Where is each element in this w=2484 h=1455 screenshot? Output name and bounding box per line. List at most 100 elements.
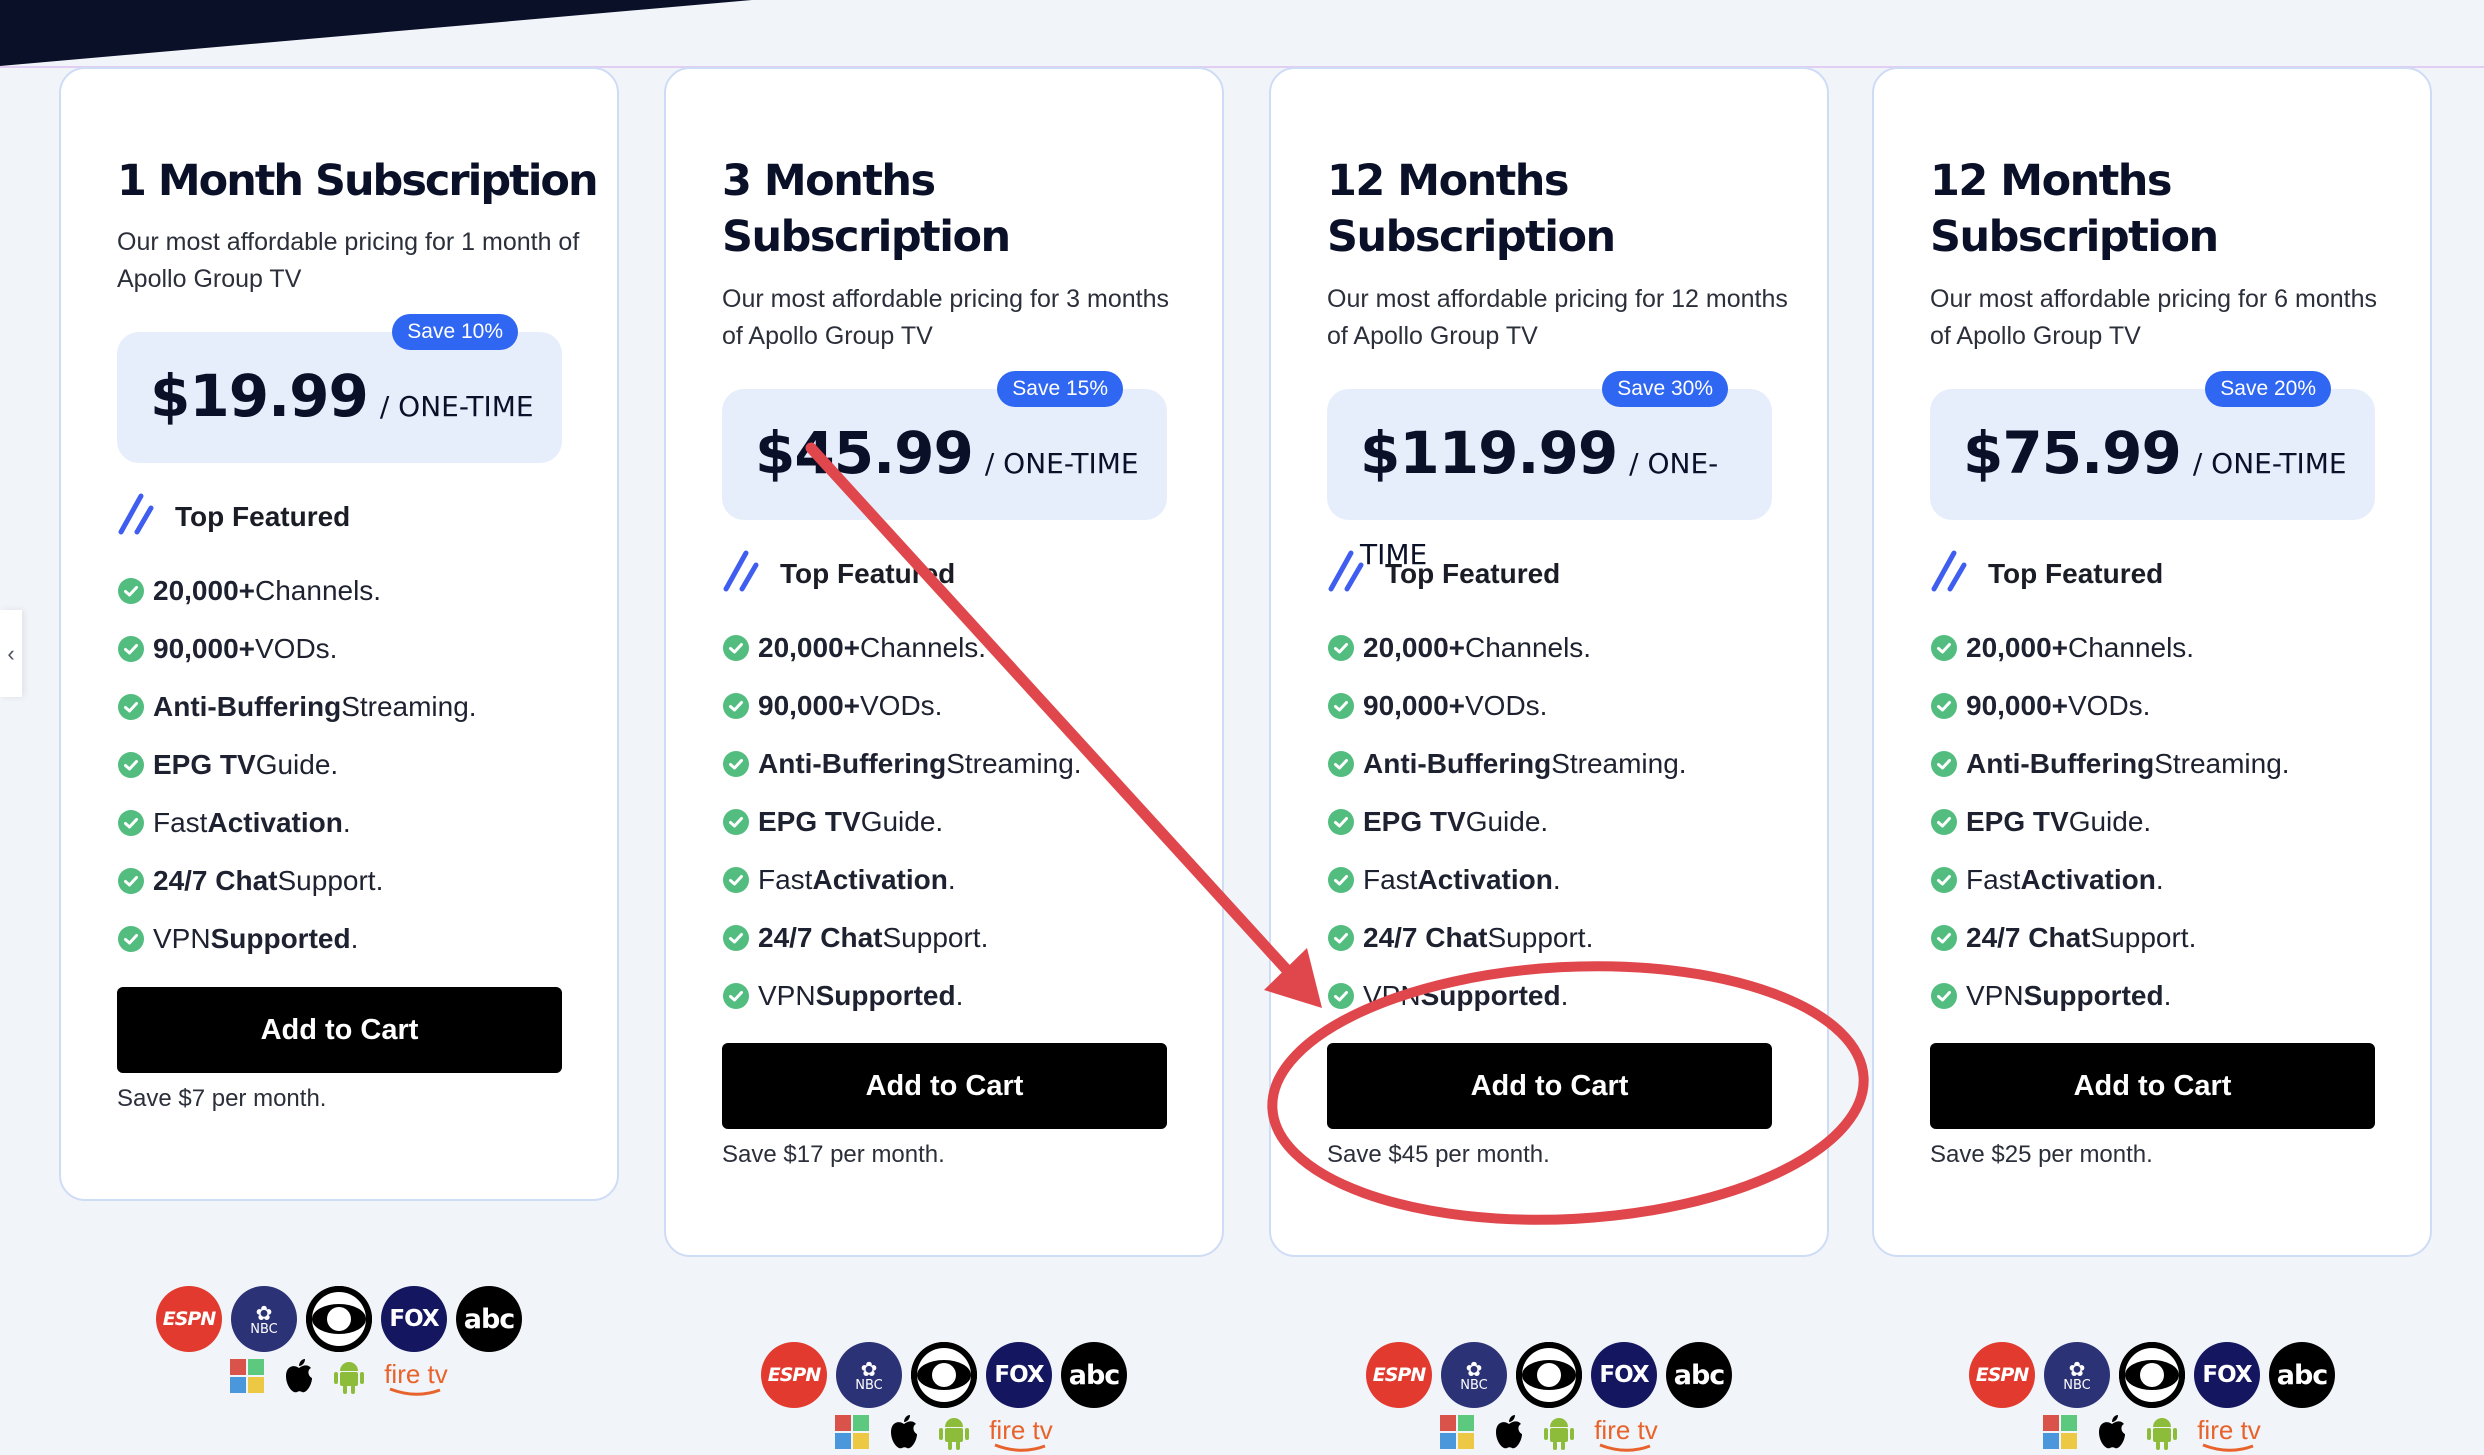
apple-icon: [889, 1414, 919, 1455]
check-circle-icon: [117, 751, 145, 779]
check-circle-icon: [1930, 692, 1958, 720]
check-circle-icon: [117, 635, 145, 663]
plan-description: Our most affordable pricing for 6 months…: [1930, 285, 2377, 350]
feature-item: Anti-Buffering Streaming.: [1930, 735, 2290, 793]
network-logos: ESPN ✿ NBC FOX abc: [156, 1286, 522, 1352]
feature-item: VPN Supported.: [117, 910, 477, 968]
supported-logos: ESPN ✿ NBC FOX abc fire tv: [59, 1286, 619, 1399]
feature-item: VPN Supported.: [722, 967, 1082, 1025]
nbc-logo-icon: ✿ NBC: [231, 1286, 297, 1352]
feature-item: 90,000+ VODs.: [117, 620, 477, 678]
nbc-logo-icon: ✿ NBC: [2044, 1342, 2110, 1408]
windows-icon: [1440, 1415, 1475, 1454]
plan-title: 3 Months Subscription: [722, 156, 1011, 262]
plan-card: 12 Months Subscription Our most affordabl…: [1872, 67, 2432, 1257]
carousel-prev-button[interactable]: ‹: [0, 610, 22, 697]
firetv-icon: fire tv: [384, 1361, 448, 1397]
discount-badge: Save 10%: [392, 314, 518, 350]
price-period: / ONE-TIME: [2192, 447, 2347, 480]
check-circle-icon: [722, 750, 750, 778]
double-slash-icon: [1327, 549, 1367, 600]
save-note: Save $17 per month.: [722, 1141, 945, 1168]
plan-description: Our most affordable pricing for 3 months…: [722, 285, 1169, 350]
feature-item: 20,000+ Channels.: [1327, 619, 1687, 677]
platform-logos: fire tv: [835, 1414, 1053, 1455]
top-featured-label: Top Featured: [1988, 558, 2164, 589]
supported-logos: ESPN ✿ NBC FOX abc fire tv: [664, 1342, 1224, 1455]
plan-description: Our most affordable pricing for 1 month …: [117, 228, 580, 293]
price-box: Save 30% $119.99/ ONE-TIME: [1327, 371, 1772, 571]
supported-logos: ESPN ✿ NBC FOX abc fire tv: [1269, 1342, 1829, 1455]
feature-item: Fast Activation.: [117, 794, 477, 852]
check-circle-icon: [1327, 634, 1355, 662]
price-amount: $119.99: [1360, 419, 1618, 487]
supported-logos: ESPN ✿ NBC FOX abc fire tv: [1872, 1342, 2432, 1455]
price: $45.99 / ONE-TIME: [755, 413, 1139, 504]
feature-list: 20,000+ Channels. 90,000+ VODs. Anti-Buffe…: [1930, 619, 2290, 1025]
feature-item: 20,000+ Channels.: [117, 562, 477, 620]
add-to-cart-button[interactable]: Add to Cart: [722, 1043, 1167, 1129]
espn-logo-icon: ESPN: [1366, 1342, 1432, 1408]
feature-item: Fast Activation.: [1327, 851, 1687, 909]
android-icon: [1544, 1414, 1575, 1455]
nbc-logo-icon: ✿ NBC: [836, 1342, 902, 1408]
check-circle-icon: [117, 577, 145, 605]
top-featured-heading: Top Featured: [722, 550, 956, 594]
check-circle-icon: [1930, 750, 1958, 778]
price-amount: $45.99: [755, 419, 974, 487]
feature-item: EPG TV Guide.: [1327, 793, 1687, 851]
add-to-cart-button[interactable]: Add to Cart: [117, 987, 562, 1073]
top-featured-heading: Top Featured: [1327, 550, 1561, 594]
firetv-icon: fire tv: [1594, 1417, 1658, 1453]
feature-list: 20,000+ Channels. 90,000+ VODs. Anti-Buffe…: [117, 562, 477, 968]
feature-item: EPG TV Guide.: [117, 736, 477, 794]
plan-card: 3 Months Subscription Our most affordable…: [664, 67, 1224, 1257]
cbs-logo-icon: [306, 1286, 372, 1352]
apple-icon: [284, 1358, 314, 1399]
check-circle-icon: [722, 808, 750, 836]
check-circle-icon: [1930, 924, 1958, 952]
abc-logo-icon: abc: [1061, 1342, 1127, 1408]
save-note: Save $7 per month.: [117, 1085, 327, 1112]
check-circle-icon: [1327, 692, 1355, 720]
abc-logo-icon: abc: [2269, 1342, 2335, 1408]
check-circle-icon: [1327, 866, 1355, 894]
add-to-cart-button[interactable]: Add to Cart: [1930, 1043, 2375, 1129]
discount-badge: Save 20%: [2205, 371, 2331, 407]
top-featured-label: Top Featured: [175, 501, 351, 532]
feature-item: 20,000+ Channels.: [1930, 619, 2290, 677]
top-featured-label: Top Featured: [1385, 558, 1561, 589]
price-amount: $19.99: [150, 362, 369, 430]
top-featured-label: Top Featured: [780, 558, 956, 589]
check-circle-icon: [117, 809, 145, 837]
price-box: Save 15% $45.99 / ONE-TIME: [722, 371, 1167, 520]
check-circle-icon: [722, 866, 750, 894]
feature-item: 24/7 Chat Support.: [117, 852, 477, 910]
check-circle-icon: [1930, 866, 1958, 894]
feature-item: 24/7 Chat Support.: [1327, 909, 1687, 967]
price-amount: $75.99: [1963, 419, 2182, 487]
feature-item: Fast Activation.: [1930, 851, 2290, 909]
apple-icon: [2097, 1414, 2127, 1455]
firetv-icon: fire tv: [989, 1417, 1053, 1453]
save-note: Save $45 per month.: [1327, 1141, 1550, 1168]
fox-logo-icon: FOX: [1591, 1342, 1657, 1408]
price: $19.99 / ONE-TIME: [150, 356, 534, 447]
price-box: Save 20% $75.99 / ONE-TIME: [1930, 371, 2375, 520]
firetv-icon: fire tv: [2197, 1417, 2261, 1453]
feature-item: VPN Supported.: [1327, 967, 1687, 1025]
feature-item: 90,000+ VODs.: [1930, 677, 2290, 735]
double-slash-icon: [722, 549, 762, 600]
feature-list: 20,000+ Channels. 90,000+ VODs. Anti-Buffe…: [722, 619, 1082, 1025]
plan-title: 1 Month Subscription: [117, 156, 599, 206]
save-note: Save $25 per month.: [1930, 1141, 2153, 1168]
price-box: Save 10% $19.99 / ONE-TIME: [117, 314, 562, 463]
check-circle-icon: [722, 924, 750, 952]
fox-logo-icon: FOX: [2194, 1342, 2260, 1408]
network-logos: ESPN ✿ NBC FOX abc: [1366, 1342, 1732, 1408]
android-icon: [2147, 1414, 2178, 1455]
double-slash-icon: [117, 492, 157, 543]
feature-item: 20,000+ Channels.: [722, 619, 1082, 677]
add-to-cart-button[interactable]: Add to Cart: [1327, 1043, 1772, 1129]
check-circle-icon: [1930, 982, 1958, 1010]
